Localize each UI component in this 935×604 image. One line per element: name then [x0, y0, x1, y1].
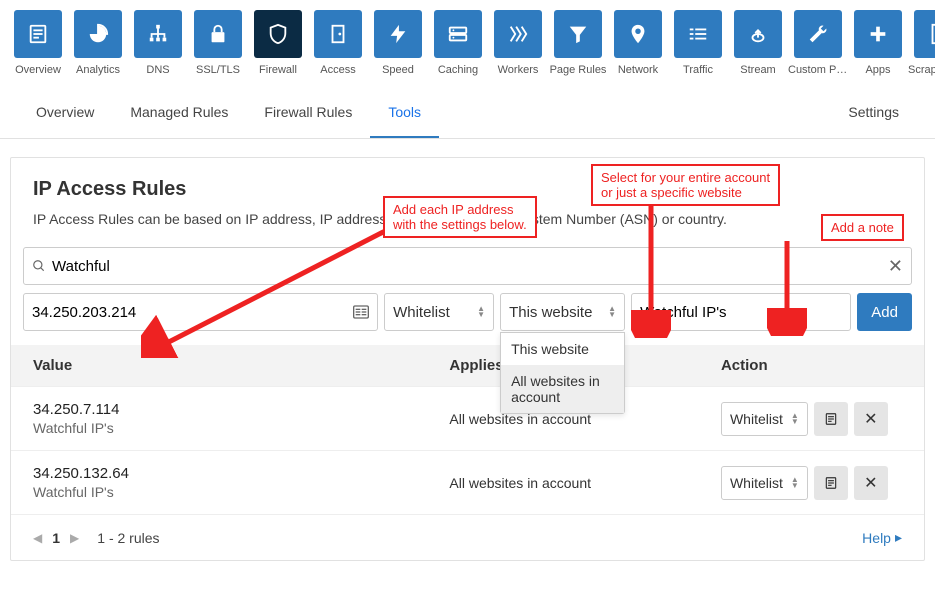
door-icon — [314, 10, 362, 58]
shield-icon — [254, 10, 302, 58]
chevron-right-icon: ▸ — [895, 529, 902, 546]
rule-ip: 34.250.132.64 — [33, 465, 449, 482]
page-number[interactable]: 1 — [52, 530, 60, 546]
nav-tile-traffic[interactable]: Traffic — [670, 10, 726, 76]
help-link[interactable]: Help ▸ — [862, 529, 902, 546]
nav-tile-scrape-shi-[interactable]: Scrape Shi... — [910, 10, 935, 76]
add-button[interactable]: Add — [857, 293, 912, 331]
ip-input-wrap[interactable] — [23, 293, 378, 331]
table-footer: ◀ 1 ▶ 1 - 2 rules Help ▸ — [11, 514, 924, 560]
overview-icon — [14, 10, 62, 58]
note-input[interactable] — [640, 304, 842, 321]
col-value-header: Value — [33, 357, 449, 374]
search-field[interactable]: ✕ — [23, 247, 912, 285]
annotation-note: Add a note — [821, 214, 904, 241]
subtab-tools[interactable]: Tools — [370, 88, 439, 138]
ip-suffix-icon — [353, 305, 369, 319]
nav-tile-network[interactable]: Network — [610, 10, 666, 76]
subtab-overview[interactable]: Overview — [18, 88, 112, 138]
scope-dropdown: This websiteAll websites in account — [500, 332, 625, 414]
doc-icon — [914, 10, 935, 58]
table-row: 34.250.7.114Watchful IP'sAll websites in… — [11, 386, 924, 450]
top-nav: OverviewAnalyticsDNSSSL/TLSFirewallAcces… — [0, 0, 935, 76]
note-button[interactable] — [814, 402, 848, 436]
rule-count: 1 - 2 rules — [97, 530, 159, 546]
ip-input[interactable] — [32, 304, 353, 321]
delete-button[interactable]: ✕ — [854, 402, 888, 436]
select-arrows-icon: ▲▼ — [608, 306, 616, 318]
rule-note: Watchful IP's — [33, 484, 449, 500]
filter-icon — [554, 10, 602, 58]
scope-select-label: This website — [509, 304, 592, 321]
nav-tile-workers[interactable]: Workers — [490, 10, 546, 76]
bolt-icon — [374, 10, 422, 58]
cache-icon — [434, 10, 482, 58]
table-row: 34.250.132.64 Watchful IP'sAll websites i… — [11, 450, 924, 514]
note-button[interactable] — [814, 466, 848, 500]
note-input-wrap[interactable] — [631, 293, 851, 331]
pin-icon — [614, 10, 662, 58]
nav-tile-apps[interactable]: Apps — [850, 10, 906, 76]
stream-icon — [734, 10, 782, 58]
ip-access-rules-panel: IP Access Rules IP Access Rules can be b… — [10, 157, 925, 561]
nav-tile-stream[interactable]: Stream — [730, 10, 786, 76]
select-arrows-icon: ▲▼ — [791, 477, 799, 489]
nav-tile-overview[interactable]: Overview — [10, 10, 66, 76]
scope-select[interactable]: This website ▲▼ This websiteAll websites… — [500, 293, 625, 331]
search-icon — [32, 259, 46, 273]
nav-tile-custom-pa-[interactable]: Custom Pa... — [790, 10, 846, 76]
delete-button[interactable]: ✕ — [854, 466, 888, 500]
pager: ◀ 1 ▶ — [33, 530, 79, 546]
col-action-header: Action — [721, 357, 902, 374]
select-arrows-icon: ▲▼ — [477, 306, 485, 318]
nav-tile-access[interactable]: Access — [310, 10, 366, 76]
nav-tile-dns[interactable]: DNS — [130, 10, 186, 76]
nav-tile-speed[interactable]: Speed — [370, 10, 426, 76]
plus-icon — [854, 10, 902, 58]
action-select-label: Whitelist — [393, 304, 450, 321]
scope-option[interactable]: All websites in account — [501, 365, 624, 413]
subtab-managed-rules[interactable]: Managed Rules — [112, 88, 246, 138]
rules-table: Value Applies to Action 34.250.7.114 Watc… — [11, 345, 924, 514]
nav-tile-caching[interactable]: Caching — [430, 10, 486, 76]
workers-icon — [494, 10, 542, 58]
rule-action-select[interactable]: Whitelist▲▼ — [721, 466, 808, 500]
rule-note: Watchful IP's — [33, 420, 449, 436]
analytics-icon — [74, 10, 122, 58]
action-select[interactable]: Whitelist ▲▼ — [384, 293, 494, 331]
nav-tile-page-rules[interactable]: Page Rules — [550, 10, 606, 76]
nav-tile-analytics[interactable]: Analytics — [70, 10, 126, 76]
clear-icon[interactable]: ✕ — [888, 256, 903, 277]
dns-icon — [134, 10, 182, 58]
scope-option[interactable]: This website — [501, 333, 624, 365]
subtab-firewall-rules[interactable]: Firewall Rules — [246, 88, 370, 138]
subtab-settings[interactable]: Settings — [830, 88, 917, 138]
wrench-icon — [794, 10, 842, 58]
next-page-icon[interactable]: ▶ — [70, 531, 79, 545]
search-input[interactable] — [52, 258, 888, 275]
annotation-scope: Select for your entire account or just a… — [591, 164, 780, 206]
annotation-ip: Add each IP address with the settings be… — [383, 196, 537, 238]
lock-icon — [194, 10, 242, 58]
nav-tile-firewall[interactable]: Firewall — [250, 10, 306, 76]
rule-ip: 34.250.7.114 — [33, 401, 449, 418]
traffic-icon — [674, 10, 722, 58]
prev-page-icon[interactable]: ◀ — [33, 531, 42, 545]
nav-tile-ssl-tls[interactable]: SSL/TLS — [190, 10, 246, 76]
select-arrows-icon: ▲▼ — [791, 413, 799, 425]
rule-action-select[interactable]: Whitelist▲▼ — [721, 402, 808, 436]
sub-tabs: OverviewManaged RulesFirewall RulesTools… — [0, 88, 935, 139]
table-header: Value Applies to Action — [11, 345, 924, 386]
rule-applies: All websites in account — [449, 475, 721, 491]
